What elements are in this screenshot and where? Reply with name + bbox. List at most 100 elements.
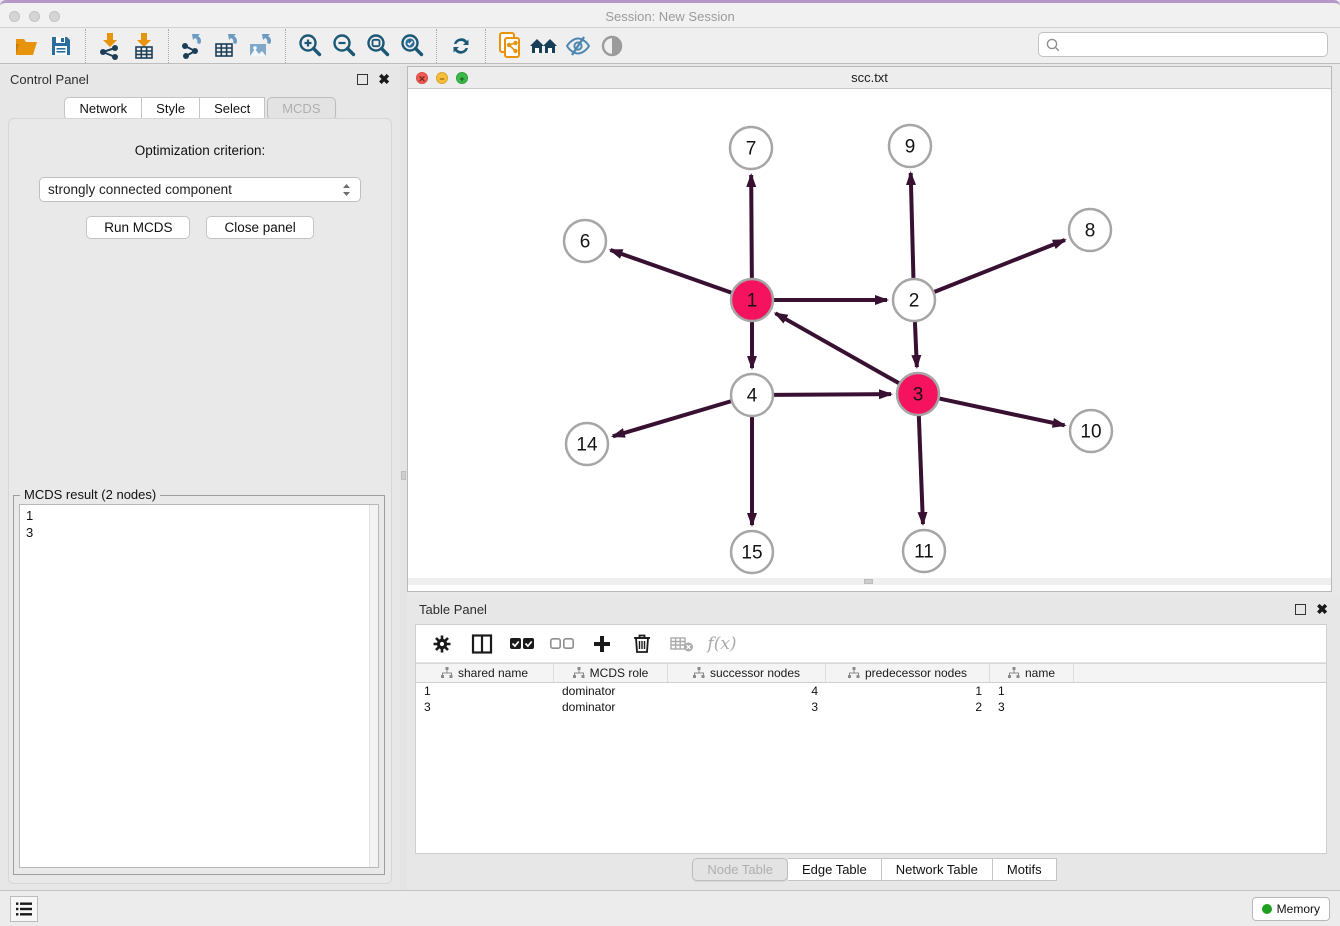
table-cell[interactable]: 3 xyxy=(668,699,826,715)
float-panel-icon[interactable] xyxy=(357,74,368,85)
optimization-criterion-label: Optimization criterion: xyxy=(9,143,391,158)
table-cell[interactable]: 4 xyxy=(668,683,826,699)
search-input[interactable] xyxy=(1038,32,1328,57)
zoom-in-icon[interactable] xyxy=(293,31,327,61)
import-network-icon[interactable] xyxy=(93,31,127,61)
network-canvas[interactable]: 1 2 3 4 6 7 8 9 10 11 14 15 xyxy=(408,89,1331,585)
graph-node-2[interactable]: 2 xyxy=(893,279,935,321)
zoom-selected-icon[interactable] xyxy=(395,31,429,61)
divider-grip[interactable] xyxy=(401,471,406,480)
network-scrollbar-thumb[interactable] xyxy=(864,579,873,584)
graph-node-6[interactable]: 6 xyxy=(564,220,606,262)
column-header-name[interactable]: name xyxy=(990,664,1074,682)
columns-icon[interactable] xyxy=(470,632,494,656)
graph-node-7[interactable]: 7 xyxy=(730,127,772,169)
graph-node-4[interactable]: 4 xyxy=(731,374,773,416)
task-history-button[interactable] xyxy=(10,896,38,922)
network-graph[interactable]: 1 2 3 4 6 7 8 9 10 11 14 15 xyxy=(408,89,1331,578)
edge-1-6[interactable] xyxy=(610,250,731,293)
tab-mcds[interactable]: MCDS xyxy=(267,97,335,120)
table-cell[interactable]: dominator xyxy=(554,699,668,715)
export-network-icon[interactable] xyxy=(176,31,210,61)
column-sort-icon xyxy=(441,667,453,679)
mcds-result-text[interactable]: 13 xyxy=(19,504,379,868)
network-file-icon[interactable] xyxy=(493,31,527,61)
import-table-icon[interactable] xyxy=(127,31,161,61)
table-header-row[interactable]: shared name MCDS role successor nodesprede… xyxy=(416,663,1326,683)
graph-node-9[interactable]: 9 xyxy=(889,125,931,167)
criterion-dropdown[interactable]: strongly connected component xyxy=(39,177,361,202)
save-icon[interactable] xyxy=(44,31,78,61)
column-label: MCDS role xyxy=(590,666,649,680)
open-folder-icon[interactable] xyxy=(10,31,44,61)
show-graphics-icon[interactable] xyxy=(595,31,629,61)
node-label: 10 xyxy=(1080,422,1101,443)
graph-node-11[interactable]: 11 xyxy=(903,530,945,572)
edge-2-8[interactable] xyxy=(934,240,1064,292)
memory-button[interactable]: Memory xyxy=(1252,897,1330,921)
edge-3-1[interactable] xyxy=(775,313,898,383)
add-icon[interactable] xyxy=(590,632,614,656)
tab-select[interactable]: Select xyxy=(200,97,265,120)
network-close-button[interactable]: ✕ xyxy=(416,72,428,84)
close-panel-button[interactable]: Close panel xyxy=(206,216,313,239)
table-row[interactable]: 3dominator323 xyxy=(416,699,1326,715)
column-header-MCDS-role[interactable]: MCDS role xyxy=(554,664,668,682)
refresh-icon[interactable] xyxy=(444,31,478,61)
run-mcds-button[interactable]: Run MCDS xyxy=(86,216,190,239)
hide-graphics-icon[interactable] xyxy=(561,31,595,61)
column-header-shared-name[interactable]: shared name xyxy=(416,664,554,682)
graph-node-14[interactable]: 14 xyxy=(566,423,608,465)
edge-3-10[interactable] xyxy=(940,399,1065,426)
graph-node-10[interactable]: 10 xyxy=(1070,410,1112,452)
edge-2-9[interactable] xyxy=(911,173,914,278)
toolbar-separator xyxy=(485,29,486,63)
close-panel-icon[interactable]: ✖ xyxy=(378,74,390,85)
deselect-all-icon[interactable] xyxy=(550,632,574,656)
tab-edge-table[interactable]: Edge Table xyxy=(788,858,882,881)
table-cell[interactable]: 3 xyxy=(990,699,1074,715)
result-line: 1 xyxy=(26,507,372,524)
column-header-successor-nodes[interactable]: successor nodes xyxy=(668,664,826,682)
graph-node-15[interactable]: 15 xyxy=(731,531,773,573)
tab-motifs[interactable]: Motifs xyxy=(993,858,1057,881)
gear-icon[interactable] xyxy=(430,632,454,656)
window-title: Session: New Session xyxy=(0,9,1340,24)
select-all-icon[interactable] xyxy=(510,632,534,656)
tab-style[interactable]: Style xyxy=(142,97,200,120)
edge-3-11[interactable] xyxy=(919,416,923,524)
float-table-panel-icon[interactable] xyxy=(1295,604,1306,615)
column-sort-icon xyxy=(693,667,705,679)
delete-icon[interactable] xyxy=(630,632,654,656)
table-row[interactable]: 1dominator411 xyxy=(416,683,1326,699)
graph-node-3[interactable]: 3 xyxy=(897,373,939,415)
tab-network-table[interactable]: Network Table xyxy=(882,858,993,881)
column-header-predecessor-nodes[interactable]: predecessor nodes xyxy=(826,664,990,682)
home-icon[interactable] xyxy=(527,31,561,61)
zoom-out-icon[interactable] xyxy=(327,31,361,61)
export-table-icon[interactable] xyxy=(210,31,244,61)
graph-node-8[interactable]: 8 xyxy=(1069,209,1111,251)
network-minimize-button[interactable]: − xyxy=(436,72,448,84)
close-table-panel-icon[interactable]: ✖ xyxy=(1316,604,1328,615)
edge-2-3[interactable] xyxy=(915,322,917,367)
network-maximize-button[interactable]: + xyxy=(456,72,468,84)
result-scrollbar[interactable] xyxy=(369,505,378,867)
table-cell[interactable]: 1 xyxy=(990,683,1074,699)
panel-divider[interactable] xyxy=(400,66,407,890)
graph-node-1[interactable]: 1 xyxy=(731,279,773,321)
table-cell[interactable]: 2 xyxy=(826,699,990,715)
edge-1-7[interactable] xyxy=(751,175,752,278)
table-cell[interactable]: 3 xyxy=(416,699,554,715)
network-scrollbar[interactable] xyxy=(408,578,1331,585)
tab-node-table[interactable]: Node Table xyxy=(692,858,788,881)
edge-4-14[interactable] xyxy=(613,401,731,436)
tab-network[interactable]: Network xyxy=(64,97,142,120)
network-window-title: scc.txt xyxy=(408,67,1331,88)
table-cell[interactable]: 1 xyxy=(826,683,990,699)
table-cell[interactable]: 1 xyxy=(416,683,554,699)
export-image-icon[interactable] xyxy=(244,31,278,61)
zoom-fit-icon[interactable] xyxy=(361,31,395,61)
edge-4-3[interactable] xyxy=(774,394,891,395)
table-cell[interactable]: dominator xyxy=(554,683,668,699)
